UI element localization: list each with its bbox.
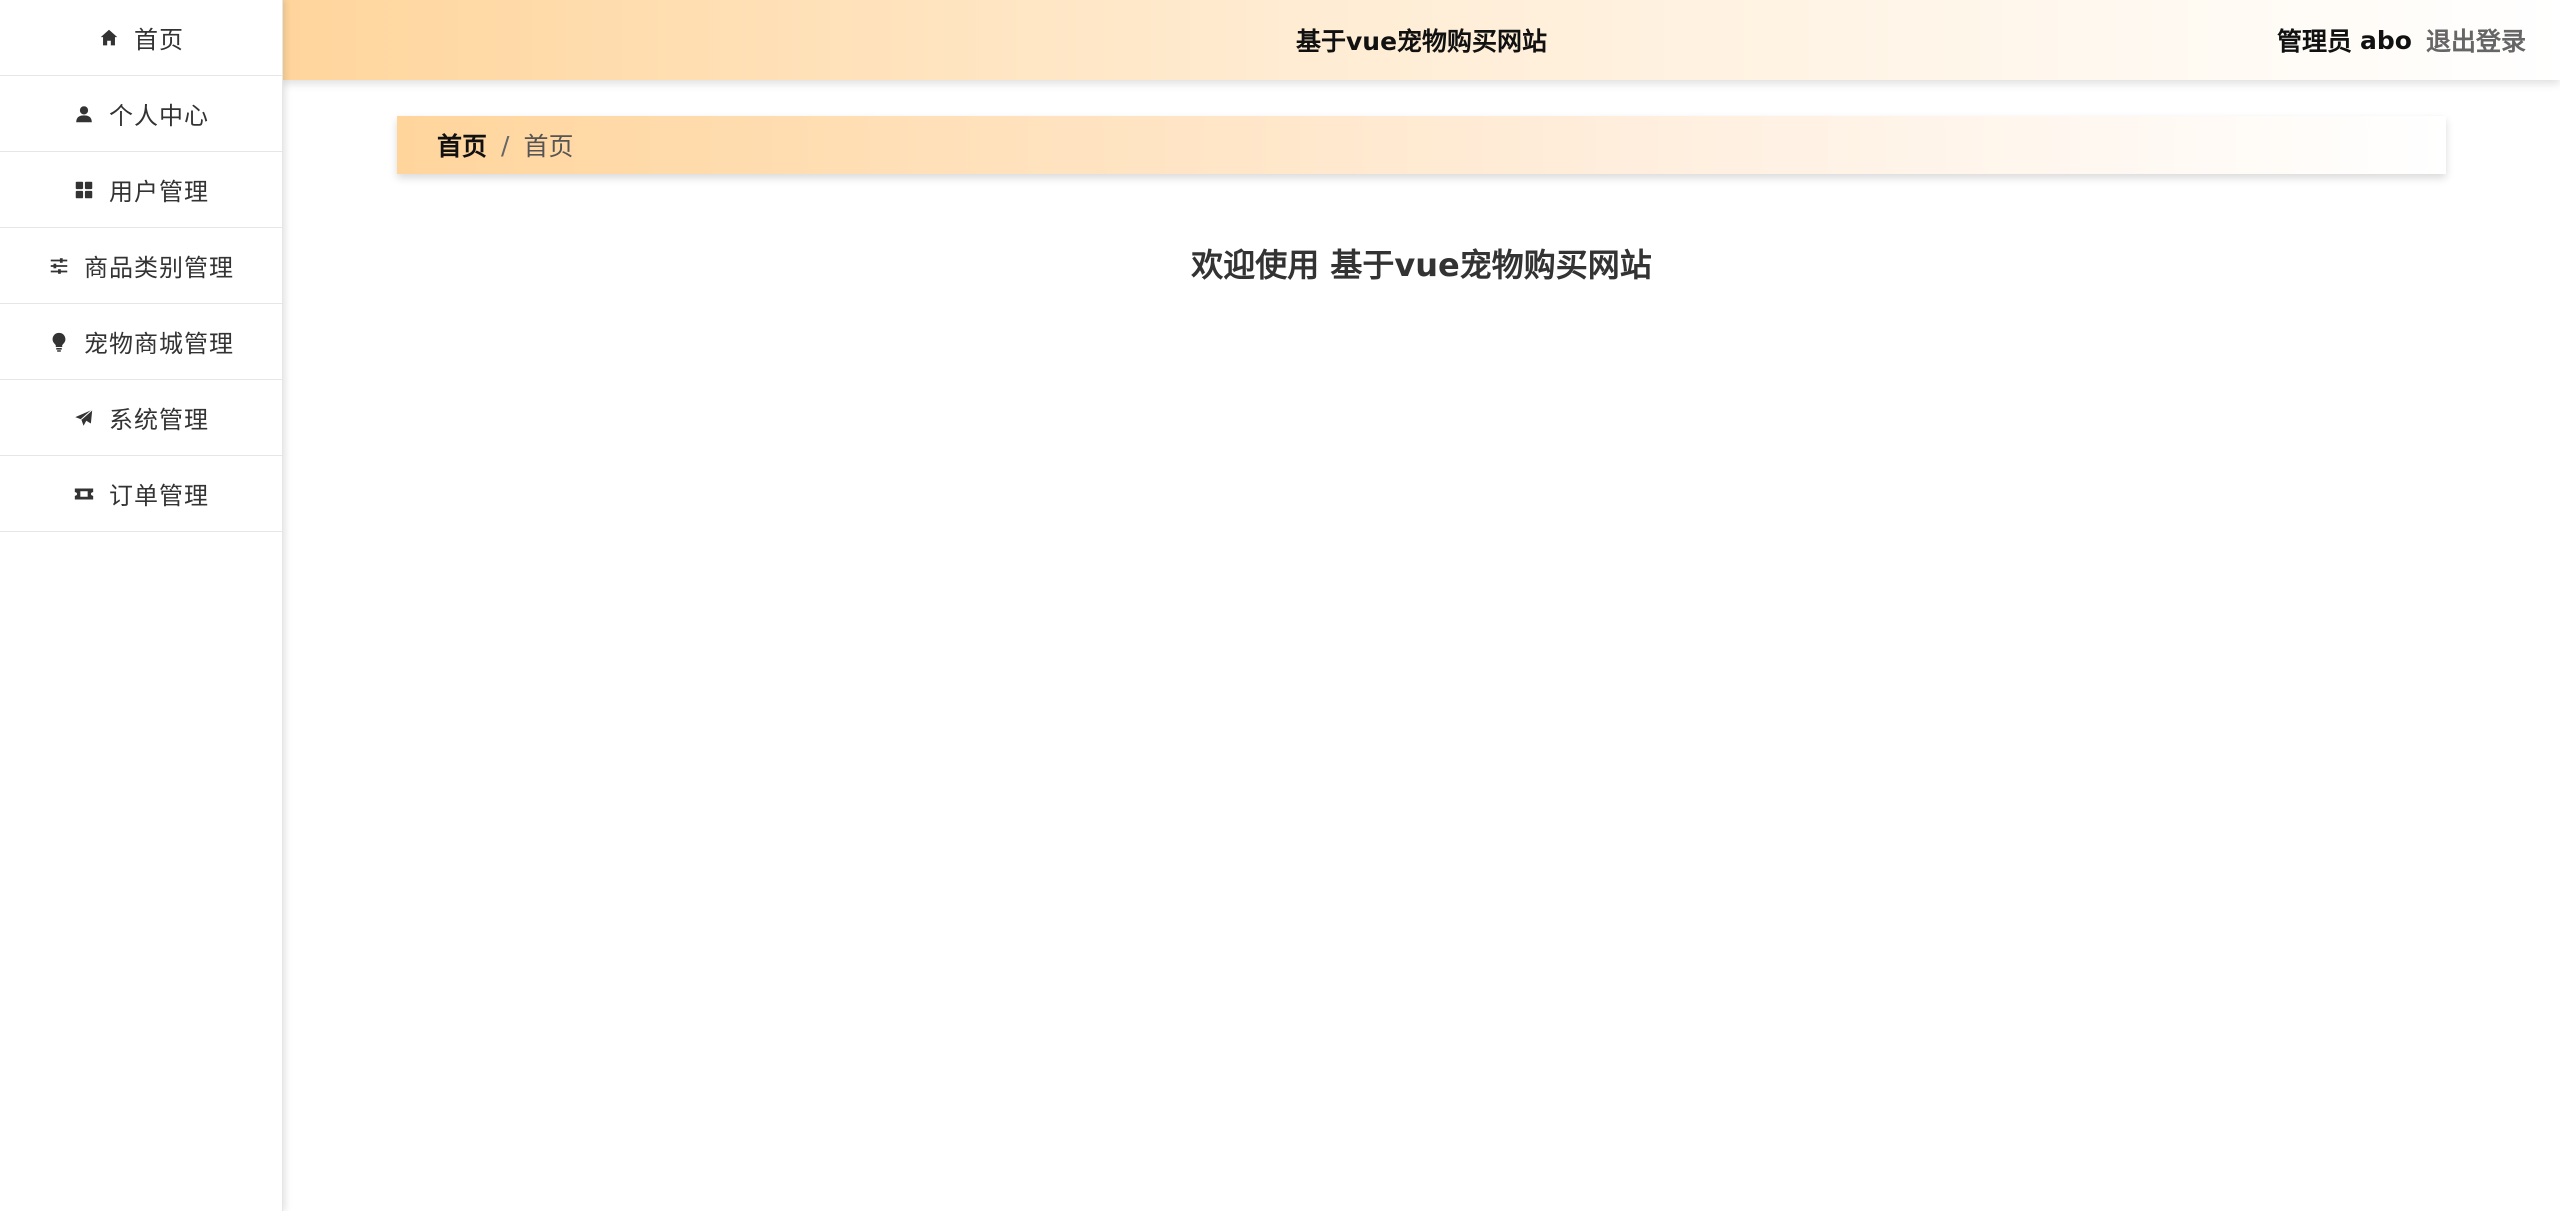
username: abo [2360,25,2412,55]
breadcrumb-separator: / [501,130,510,160]
sidebar-item-home[interactable]: 首页 [0,0,282,76]
sidebar-item-personal-center[interactable]: 个人中心 [0,76,282,152]
sidebar-item-label: 商品类别管理 [84,254,234,282]
lightbulb-icon [48,331,70,353]
home-icon [98,27,120,49]
sidebar-item-label: 宠物商城管理 [84,330,234,358]
sidebar-item-user-management[interactable]: 用户管理 [0,152,282,228]
sidebar-item-label: 系统管理 [109,406,209,434]
site-title: 基于vue宠物购买网站 [1295,27,1548,56]
top-header: 基于vue宠物购买网站 管理员 abo 退出登录 [283,0,2560,80]
user-icon [73,103,95,125]
sidebar-item-label: 个人中心 [109,102,209,130]
sidebar-item-label: 首页 [134,26,184,54]
sidebar-menu: 首页 个人中心 用户管理 商品类别管理 宠物商城管理 系统管理 订单管理 [0,0,283,1211]
sidebar-item-label: 用户管理 [109,178,209,206]
welcome-message: 欢迎使用 基于vue宠物购买网站 [1191,246,1652,284]
grid-icon [73,179,95,201]
sidebar-item-category-management[interactable]: 商品类别管理 [0,228,282,304]
breadcrumb-current: 首页 [523,132,574,161]
breadcrumb: 首页 / 首页 [397,116,2446,174]
user-area: 管理员 abo 退出登录 [2277,0,2526,80]
ticket-icon [73,483,95,505]
paper-plane-icon [73,407,95,429]
sidebar-item-order-management[interactable]: 订单管理 [0,456,282,532]
sidebar-item-system-management[interactable]: 系统管理 [0,380,282,456]
sliders-icon [48,255,70,277]
sidebar-item-pet-store-management[interactable]: 宠物商城管理 [0,304,282,380]
user-role: 管理员 [2277,27,2353,56]
logout-button[interactable]: 退出登录 [2426,22,2526,58]
sidebar-item-label: 订单管理 [109,482,209,510]
breadcrumb-home-link[interactable]: 首页 [437,127,487,163]
